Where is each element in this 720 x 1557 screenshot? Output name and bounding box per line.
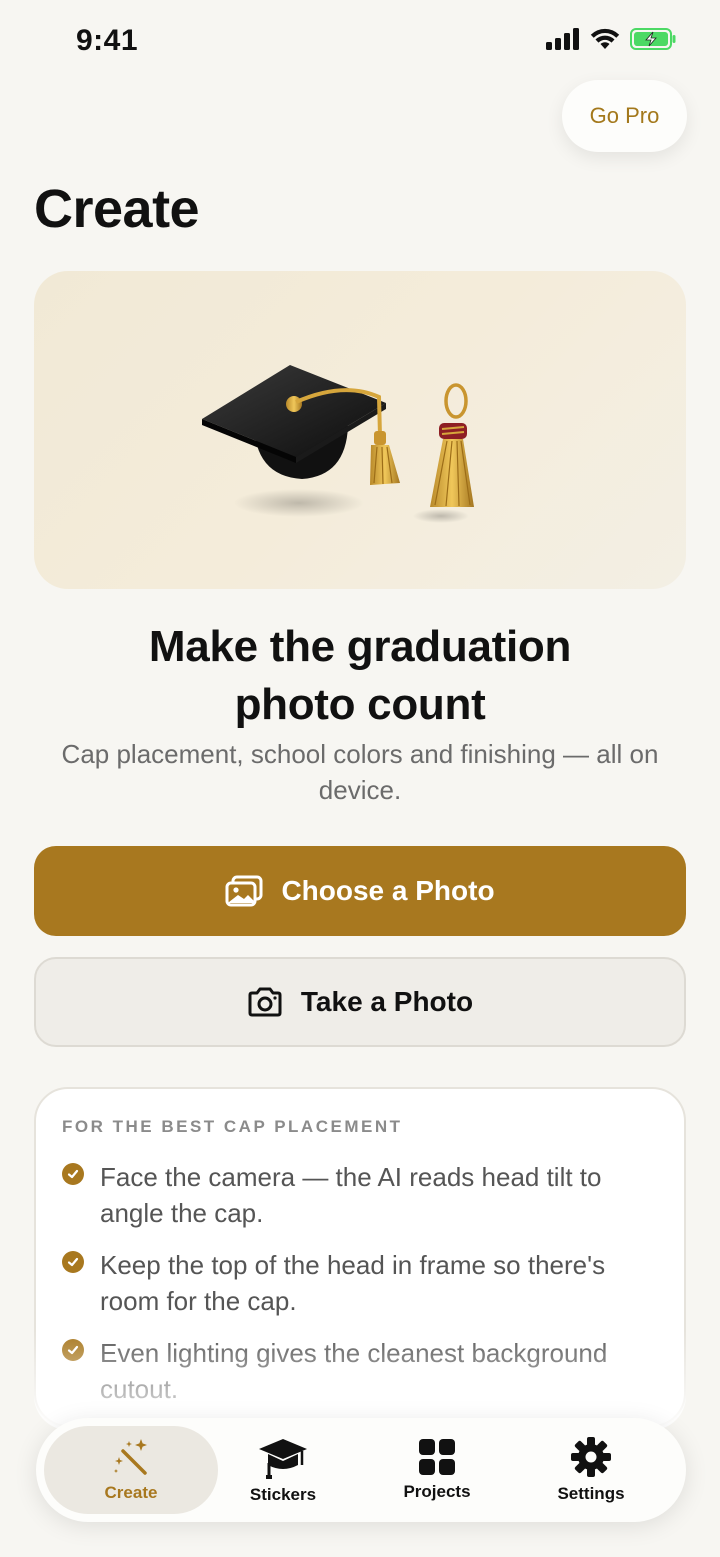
hero-illustration [34, 271, 686, 589]
tip-text: Keep the top of the head in frame so the… [100, 1250, 606, 1316]
status-icons [546, 28, 676, 50]
take-photo-button[interactable]: Take a Photo [34, 957, 686, 1047]
tab-stickers[interactable]: Stickers [206, 1426, 360, 1514]
cellular-signal-icon [546, 28, 579, 50]
wifi-icon [590, 28, 620, 49]
hero-headline-line2: photo count [234, 680, 486, 729]
tip-text: Face the camera — the AI reads head tilt… [100, 1162, 602, 1228]
status-time: 9:41 [76, 24, 139, 57]
camera-icon [248, 987, 282, 1017]
tab-stickers-label: Stickers [249, 1485, 317, 1504]
graduation-cap-icon [259, 1439, 307, 1479]
take-photo-label: Take a Photo [300, 986, 474, 1017]
hero-headline: Make the graduation photo count [0, 618, 720, 734]
magic-wand-icon [114, 1439, 147, 1475]
tips-heading: FOR THE BEST CAP PLACEMENT [62, 1117, 403, 1136]
gear-icon [571, 1437, 611, 1477]
tip-item: Even lighting gives the cleanest backgro… [62, 1335, 652, 1407]
page-title: Create [34, 179, 200, 239]
grid-icon [419, 1439, 455, 1475]
hero-subhead: Cap placement, school colors and finishi… [61, 739, 659, 805]
tab-settings-label: Settings [557, 1484, 625, 1503]
tips-card: FOR THE BEST CAP PLACEMENT Face the came… [34, 1087, 686, 1427]
hero-headline-line1: Make the graduation [148, 622, 572, 671]
checkmark-icon [62, 1251, 84, 1273]
tip-item: Face the camera — the AI reads head tilt… [62, 1159, 652, 1231]
tip-item: Keep the top of the head in frame so the… [62, 1247, 652, 1319]
tab-projects[interactable]: Projects [360, 1426, 514, 1514]
checkmark-icon [62, 1339, 84, 1361]
tab-create[interactable]: Create [44, 1426, 218, 1514]
graduation-cap-illustration [202, 365, 474, 523]
tip-text: Even lighting gives the cleanest backgro… [100, 1338, 608, 1404]
tab-create-label: Create [104, 1483, 158, 1502]
choose-photo-button[interactable]: Choose a Photo [34, 846, 686, 936]
go-pro-button[interactable]: Go Pro [562, 80, 687, 152]
tab-bar: Create Stickers Projects Settings [36, 1418, 686, 1522]
status-bar: 9:41 [0, 0, 720, 80]
photo-library-icon [225, 875, 263, 907]
tab-settings[interactable]: Settings [514, 1426, 668, 1514]
tab-projects-label: Projects [403, 1482, 471, 1501]
checkmark-icon [62, 1163, 84, 1185]
choose-photo-label: Choose a Photo [281, 875, 495, 906]
battery-charging-icon [630, 28, 676, 50]
